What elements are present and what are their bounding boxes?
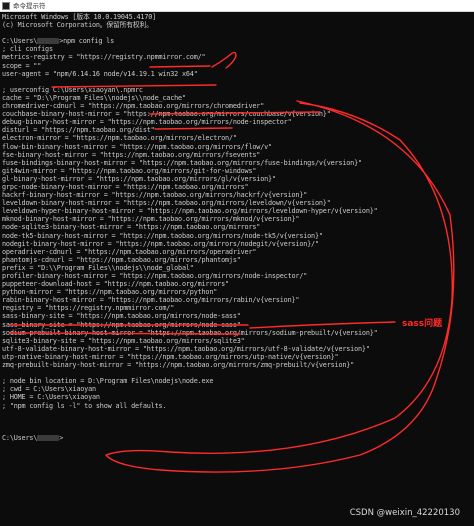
console-line: cache = "D:\\Program Files\\nodejs\\node… xyxy=(2,93,186,102)
console-line: leveldown-binary-host-mirror = "https://… xyxy=(2,199,331,208)
console-line: ; "npm config ls -l" to show all default… xyxy=(2,401,167,410)
console-line: flow-bin-binary-host-mirror = "https://n… xyxy=(2,142,272,151)
terminal-icon xyxy=(2,1,10,10)
console-line: mknod-binary-host-mirror = "https://npm.… xyxy=(2,215,300,224)
console-line: profiler-binary-host-mirror = "https://n… xyxy=(2,272,308,280)
console-line: electron-mirror = "https://npm.taobao.or… xyxy=(2,134,237,143)
console-output[interactable]: Microsoft Windows [版本 10.0.19045.4170] (c… xyxy=(0,12,474,526)
console-line: (c) Microsoft Corporation。保留所有权利。 xyxy=(2,21,153,30)
console-line: utf-8-validate-binary-host-mirror = "htt… xyxy=(2,344,370,353)
console-line: debug-binary-host-mirror = "https://npm.… xyxy=(2,118,292,127)
watermark: CSDN @weixin_42220130 xyxy=(349,508,460,518)
console-line: utp-native-binary-host-mirror = "https:/… xyxy=(2,352,339,361)
console-line: git4win-mirror = "https://npm.taobao.org… xyxy=(2,166,257,175)
console-line: scope = "" xyxy=(2,61,42,70)
console-line: ; node bin location = D:\Program Files\n… xyxy=(2,377,214,386)
console-line: Microsoft Windows [版本 10.0.19045.4170] xyxy=(2,13,157,21)
console-line: python-mirror = "https://npm.taobao.org/… xyxy=(2,288,218,297)
console-line: ; cwd = C:\Users\xiaoyan xyxy=(2,385,96,394)
console-line: zmq-prebuilt-binary-host-mirror = "https… xyxy=(2,361,355,370)
annotation-label: sass问题 xyxy=(402,319,443,329)
console-line: node-tk5-binary-host-mirror = "https://n… xyxy=(2,231,323,240)
console-line: leveldown-hyper-binary-host-mirror = "ht… xyxy=(2,207,378,216)
console-line: rabin-binary-host-mirror = "https://npm.… xyxy=(2,296,300,305)
console-line: ; HOME = C:\Users\xiaoyan xyxy=(2,393,100,402)
console-line: hackrf-binary-host-mirror = "https://npm… xyxy=(2,191,308,200)
console-line: puppeteer-download-host = "https://npm.t… xyxy=(2,280,229,289)
window-title: 命令提示符 xyxy=(13,1,46,10)
console-line: C:\Users\ > xyxy=(2,433,64,442)
console-lines: Microsoft Windows [版本 10.0.19045.4170] (c… xyxy=(2,13,474,442)
console-line: node-sqlite3-binary-host-mirror = "https… xyxy=(2,223,261,232)
console-line: couchbase-binary-host-mirror = "https://… xyxy=(2,110,331,119)
window-titlebar: 命令提示符 xyxy=(0,0,474,12)
console-line: phantomjs-cdnurl = "https://npm.taobao.o… xyxy=(2,255,241,264)
console-line: operadriver-cdnurl = "https://npm.taobao… xyxy=(2,247,257,256)
console-line: nodegit-binary-host-mirror = "https://np… xyxy=(2,239,319,248)
console-line: ; userconfig C:\Users\xiaoyan\.npmrc xyxy=(2,85,143,94)
console-line: prefix = "D:\\Program Files\\nodejs\\nod… xyxy=(2,263,194,272)
console-line: registry = "https://registry.npmmirror.c… xyxy=(2,304,175,313)
console-line: grpc-node-binary-host-mirror = "https://… xyxy=(2,182,249,191)
console-line: disturl = "https://npm.taobao.org/dist" xyxy=(2,126,155,135)
redacted-username xyxy=(37,434,60,441)
console-line: sodium-prebuilt-binary-host-mirror = "ht… xyxy=(2,328,378,337)
console-line: sqlite3-binary-site = "https://npm.taoba… xyxy=(2,336,245,345)
console-line: metrics-registry = "https://registry.npm… xyxy=(2,53,206,62)
console-line: fse-binary-host-mirror = "https://npm.ta… xyxy=(2,150,261,159)
console-line: ; cli configs xyxy=(2,45,53,54)
console-line: gl-binary-host-mirror = "https://npm.tao… xyxy=(2,174,276,183)
console-line: chromedriver-cdnurl = "https://npm.taoba… xyxy=(2,102,265,111)
console-line: C:\Users\ >npm config ls xyxy=(2,37,114,46)
console-line: fuse-bindings-binary-host-mirror = "http… xyxy=(2,158,362,167)
console-line: user-agent = "npm/6.14.16 node/v14.19.1 … xyxy=(2,69,198,78)
redacted-username xyxy=(37,38,60,45)
